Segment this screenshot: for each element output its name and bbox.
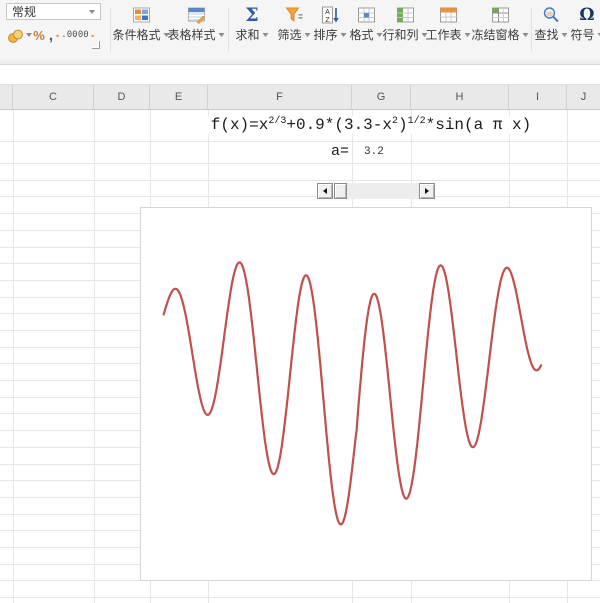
gridline [94, 110, 95, 603]
toolbar-separator [110, 8, 111, 52]
chevron-down-icon [262, 33, 269, 37]
chevron-down-icon [89, 9, 95, 14]
find-button[interactable]: ab 查找 [534, 3, 568, 42]
decrease-decimal-icon: .00 [72, 30, 89, 40]
function-formula-text: f(x)=x2/3+0.9*(3.3-x2)1/2*sin(a π x) [205, 116, 537, 134]
chevron-down-icon [464, 33, 471, 37]
symbol-button[interactable]: Ω 符号 [570, 3, 600, 42]
ribbon-toolbar: 常规 % , ◂ .00 .00 ▸ 条件格式 表格样式 Σ 求和 筛选 A Z… [0, 0, 600, 65]
svg-text:A: A [325, 9, 330, 16]
left-triangle-icon [323, 188, 327, 194]
button-label: 表格样式 [167, 28, 216, 42]
function-plot [162, 261, 543, 526]
button-label: 行和列 [382, 28, 419, 42]
conditional-format-button[interactable]: 条件格式 [112, 3, 170, 42]
accounting-format-button[interactable] [6, 25, 32, 45]
button-label: 求和 [235, 28, 260, 42]
coins-icon [7, 29, 23, 43]
decrease-decimal-button[interactable]: .00 ▸ [72, 25, 96, 45]
column-header-C[interactable]: C [13, 85, 94, 109]
filter-button[interactable]: 筛选 [277, 3, 311, 42]
column-header-I[interactable]: I [509, 85, 567, 109]
column-header-F[interactable]: F [208, 85, 352, 109]
toolbar-separator [531, 8, 532, 52]
cell-a-label[interactable]: a= [208, 141, 349, 163]
rows-columns-icon [396, 7, 414, 23]
right-triangle-icon [425, 188, 429, 194]
button-label: 工作表 [425, 28, 462, 42]
dialog-launcher-icon[interactable] [92, 41, 100, 49]
button-label: 查找 [534, 28, 559, 42]
button-label: 符号 [570, 28, 595, 42]
gridline [0, 597, 600, 598]
scrollbar-thumb[interactable] [334, 183, 347, 199]
chevron-down-icon [522, 33, 529, 37]
toolbar-separator [228, 8, 229, 52]
cell-a-value[interactable]: 3.2 [364, 141, 410, 163]
rows-columns-button[interactable]: 行和列 [382, 3, 428, 42]
sort-az-icon: A Z [321, 6, 339, 24]
percent-icon: % [33, 27, 45, 43]
parameter-scrollbar [317, 183, 435, 199]
number-format-value: 常规 [12, 5, 37, 19]
gridline [0, 196, 600, 197]
left-arrow-icon: ◂ [54, 30, 60, 40]
omega-icon: Ω [579, 5, 595, 25]
chart-object[interactable] [140, 207, 592, 581]
column-header-G[interactable]: G [352, 85, 411, 109]
gridline [13, 110, 14, 603]
worksheet-icon [439, 7, 457, 23]
column-header[interactable] [0, 85, 13, 109]
column-header-E[interactable]: E [150, 85, 208, 109]
sheet-grid[interactable]: f(x)=x2/3+0.9*(3.3-x2)1/2*sin(a π x) a= … [0, 110, 600, 603]
format-button[interactable]: 格式 [349, 3, 383, 42]
freeze-panes-icon [491, 7, 509, 23]
scrollbar-right-button[interactable] [419, 183, 435, 199]
scrollbar-track[interactable] [347, 183, 419, 199]
gridline [0, 163, 600, 164]
worksheet-button[interactable]: 工作表 [425, 3, 471, 42]
scrollbar-left-button[interactable] [317, 183, 333, 199]
percent-format-button[interactable]: % [32, 25, 46, 45]
chevron-down-icon [218, 33, 225, 37]
magnifier-icon: ab [543, 7, 559, 23]
chevron-down-icon [25, 33, 32, 37]
button-label: 条件格式 [112, 28, 161, 42]
cell-formula-display[interactable]: f(x)=x2/3+0.9*(3.3-x2)1/2*sin(a π x) [150, 111, 592, 139]
function-curve-series [162, 261, 543, 526]
spreadsheet-app: 常规 % , ◂ .00 .00 ▸ 条件格式 表格样式 Σ 求和 筛选 A Z… [0, 0, 600, 603]
right-arrow-icon: ▸ [90, 30, 96, 40]
conditional-format-icon [132, 7, 150, 23]
chevron-down-icon [340, 33, 347, 37]
column-headers: C D E F G H I J [0, 85, 600, 110]
chevron-down-icon [561, 33, 568, 37]
button-label: 筛选 [277, 28, 302, 42]
svg-text:ab: ab [546, 11, 552, 17]
button-label: 排序 [313, 28, 338, 42]
sort-button[interactable]: A Z 排序 [313, 3, 347, 42]
table-style-icon [187, 7, 205, 24]
comma-icon: , [48, 26, 54, 44]
button-label: 格式 [349, 28, 374, 42]
formula-bar[interactable] [0, 64, 600, 85]
freeze-panes-button[interactable]: 冻结窗格 [471, 3, 529, 42]
column-header-D[interactable]: D [94, 85, 150, 109]
funnel-icon [285, 7, 303, 23]
cell-format-icon [357, 7, 375, 23]
gridline [0, 180, 600, 181]
column-header-H[interactable]: H [411, 85, 509, 109]
number-format-dropdown[interactable]: 常规 [6, 3, 101, 20]
svg-text:Z: Z [325, 17, 330, 24]
table-style-button[interactable]: 表格样式 [167, 3, 225, 42]
button-label: 冻结窗格 [471, 28, 520, 42]
chevron-down-icon [304, 33, 311, 37]
sum-button[interactable]: Σ 求和 [235, 3, 269, 42]
column-header-J[interactable]: J [567, 85, 600, 109]
sigma-icon: Σ [245, 4, 259, 26]
